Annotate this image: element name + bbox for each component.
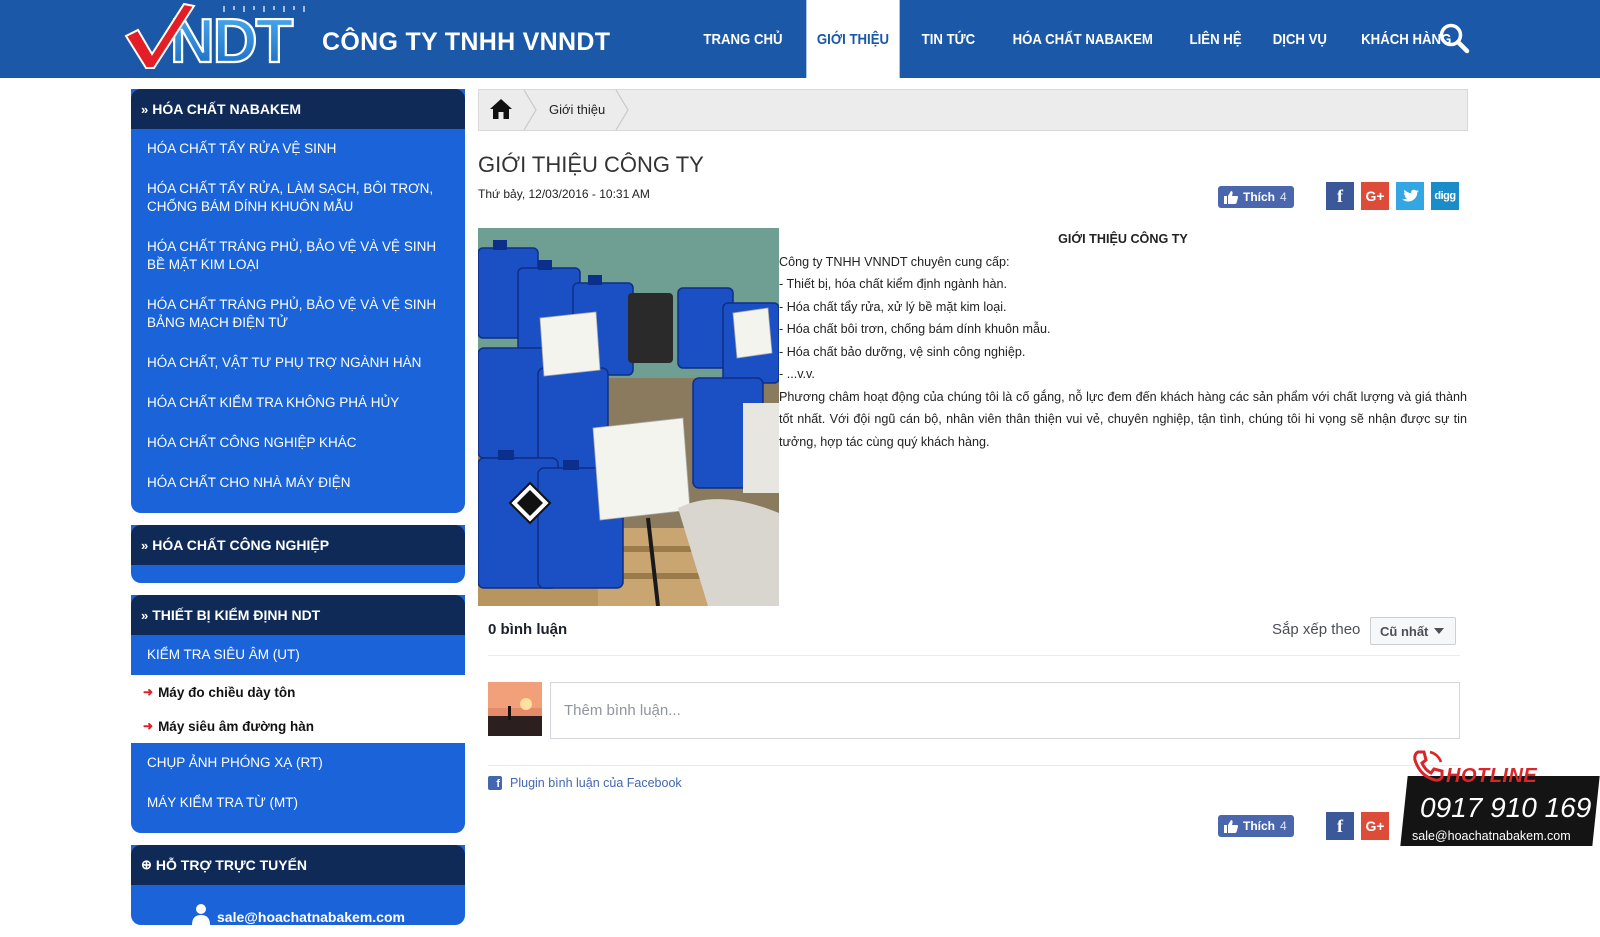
double-chevron-icon: »	[141, 607, 149, 623]
article-heading: GIỚI THIỆU CÔNG TY	[1058, 232, 1188, 246]
sort-label: Sắp xếp theo	[1272, 621, 1361, 638]
vndt-logo[interactable]: NDT	[124, 2, 324, 70]
thumbs-up-icon	[1224, 819, 1238, 833]
category-title: HÓA CHẤT NABAKEM	[152, 101, 302, 117]
caret-down-icon	[1434, 628, 1445, 634]
article-bullet: - ...v.v.	[779, 367, 815, 381]
divider	[488, 765, 1460, 766]
sidebar-item-metal-coating[interactable]: HÓA CHẤT TRÁNG PHỦ, BẢO VỆ VÀ VỆ SINH BỀ…	[131, 227, 465, 285]
main-nav: TRANG CHỦ GIỚI THIỆU TIN TỨC HÓA CHẤT NA…	[686, 0, 1470, 78]
article-bullet: - Hóa chất bôi trơn, chống bám dính khuô…	[779, 322, 1051, 336]
search-icon[interactable]	[1438, 22, 1470, 54]
home-icon[interactable]	[489, 98, 513, 120]
sidebar-item-radiography[interactable]: CHỤP ẢNH PHÓNG XẠ (RT)	[131, 743, 465, 783]
sidebar-item-other-industrial[interactable]: HÓA CHẤT CÔNG NGHIỆP KHÁC	[131, 423, 465, 463]
sidebar-item-cleaning[interactable]: HÓA CHẤT TẨY RỬA VỆ SINH	[131, 129, 465, 169]
breadcrumb-separator	[523, 90, 537, 130]
sidebar-subitem-thickness-gauge[interactable]: ➜ Máy đo chiều dày tôn	[131, 675, 465, 709]
sidebar-item-power-plant[interactable]: HÓA CHẤT CHO NHÀ MÁY ĐIỆN	[131, 463, 465, 503]
nabakem-category-header[interactable]: » HÓA CHẤT NABAKEM	[131, 89, 465, 129]
comment-input[interactable]	[550, 682, 1460, 739]
hotline-widget[interactable]: HOTLINE 0917 910 169 sale@hoachatnabakem…	[1398, 748, 1600, 850]
sidebar-item-ultrasonic[interactable]: KIỂM TRA SIÊU ÂM (UT)	[131, 635, 465, 675]
svg-text:NDT: NDT	[170, 7, 294, 70]
nav-home[interactable]: TRANG CHỦ	[693, 0, 793, 78]
industrial-category-box: » HÓA CHẤT CÔNG NGHIỆP	[131, 525, 465, 583]
article-paragraph: Phương châm hoạt động của chúng tôi là c…	[779, 389, 1467, 449]
site-header: NDT CÔNG TY TNHH VNNDT TRANG CHỦ GIỚI TH…	[0, 0, 1600, 78]
breadcrumb: Giới thiệu	[478, 89, 1468, 131]
hotline-email: sale@hoachatnabakem.com	[1412, 829, 1571, 843]
avatar	[488, 682, 542, 736]
sidebar-item-magnetic-testing[interactable]: MÁY KIỂM TRA TỪ (MT)	[131, 783, 465, 823]
breadcrumb-current[interactable]: Giới thiệu	[549, 102, 605, 117]
sort-dropdown[interactable]: Cũ nhất	[1370, 617, 1456, 645]
facebook-icon[interactable]: f	[1326, 182, 1354, 210]
sidebar-item-welding[interactable]: HÓA CHẤT, VẬT TƯ PHỤ TRỢ NGÀNH HÀN	[131, 343, 465, 383]
category-title: HÓA CHẤT CÔNG NGHIỆP	[152, 537, 330, 553]
ndt-equipment-box: » THIẾT BỊ KIỂM ĐỊNH NDT KIỂM TRA SIÊU Â…	[131, 595, 465, 833]
sidebar-item-ndt-chemicals[interactable]: HÓA CHẤT KIỂM TRA KHÔNG PHÁ HỦY	[131, 383, 465, 423]
facebook-icon[interactable]: f	[1326, 812, 1354, 840]
facebook-icon: f	[488, 776, 502, 790]
arrow-right-icon: ➜	[143, 685, 154, 699]
double-chevron-icon: »	[141, 101, 149, 117]
support-contact[interactable]: sale@hoachatnabakem.com	[131, 885, 465, 925]
ndt-equipment-header[interactable]: » THIẾT BỊ KIỂM ĐỊNH NDT	[131, 595, 465, 635]
lifebuoy-icon: ⊕	[141, 857, 152, 872]
article-bullet: - Hóa chất tẩy rửa, xử lý bề mặt kim loạ…	[779, 299, 1007, 314]
nav-about[interactable]: GIỚI THIỆU	[806, 0, 900, 78]
arrow-right-icon: ➜	[143, 719, 154, 733]
comment-count: 0 bình luận	[488, 621, 568, 638]
online-support-box: ⊕ HỖ TRỢ TRỰC TUYẾN sale@hoachatnabakem.…	[131, 845, 465, 925]
nav-services[interactable]: DỊCH VỤ	[1263, 0, 1338, 78]
nav-news[interactable]: TIN TỨC	[911, 0, 986, 78]
hotline-label: HOTLINE	[1446, 765, 1538, 787]
article-bullet: - Thiết bị, hóa chất kiểm định ngành hàn…	[779, 277, 1008, 291]
twitter-icon[interactable]	[1396, 182, 1424, 210]
sidebar-item-mold-release[interactable]: HÓA CHẤT TẨY RỬA, LÀM SẠCH, BÔI TRƠN, CH…	[131, 169, 465, 227]
nabakem-category-box: » HÓA CHẤT NABAKEM HÓA CHẤT TẨY RỬA VỆ S…	[131, 89, 465, 513]
facebook-plugin-link[interactable]: f Plugin bình luận của Facebook	[488, 776, 682, 790]
thumbs-up-icon	[1224, 190, 1238, 204]
user-icon	[192, 904, 211, 925]
phone-icon	[1413, 750, 1444, 782]
nav-contact[interactable]: LIÊN HỆ	[1179, 0, 1252, 78]
like-button[interactable]: Thích 4	[1218, 815, 1294, 837]
sidebar: » HÓA CHẤT NABAKEM HÓA CHẤT TẨY RỬA VỆ S…	[131, 89, 465, 937]
article-intro: Công ty TNHH VNNDT chuyên cung cấp:	[779, 254, 1010, 269]
google-plus-icon[interactable]: G+	[1361, 812, 1389, 840]
sidebar-subitem-weld-flaw-detector[interactable]: ➜ Máy siêu âm đường hàn	[131, 709, 465, 743]
breadcrumb-separator	[615, 90, 629, 130]
double-chevron-icon: »	[141, 537, 149, 553]
page-title: GIỚI THIỆU CÔNG TY	[478, 152, 704, 177]
google-plus-icon[interactable]: G+	[1361, 182, 1389, 210]
hotline-number: 0917 910 169	[1420, 792, 1592, 823]
post-date: Thứ bảy, 12/03/2016 - 10:31 AM	[478, 187, 650, 201]
sidebar-item-pcb-coating[interactable]: HÓA CHẤT TRÁNG PHỦ, BẢO VỆ VÀ VỆ SINH BẢ…	[131, 285, 465, 343]
support-email: sale@hoachatnabakem.com	[217, 909, 405, 925]
company-name: CÔNG TY TNHH VNNDT	[322, 28, 611, 56]
category-title: THIẾT BỊ KIỂM ĐỊNH NDT	[152, 607, 321, 623]
nav-nabakem[interactable]: HÓA CHẤT NABAKEM	[1002, 0, 1163, 78]
industrial-category-header[interactable]: » HÓA CHẤT CÔNG NGHIỆP	[131, 525, 465, 565]
digg-icon[interactable]: digg	[1431, 182, 1459, 210]
article-body: GIỚI THIỆU CÔNG TY Công ty TNHH VNNDT ch…	[779, 228, 1467, 453]
divider	[488, 655, 1460, 656]
like-button[interactable]: Thích 4	[1218, 186, 1294, 208]
chemical-containers-photo	[478, 228, 779, 606]
online-support-header: ⊕ HỖ TRỢ TRỰC TUYẾN	[131, 845, 465, 885]
support-title: HỖ TRỢ TRỰC TUYẾN	[155, 857, 308, 873]
article-bullet: - Hóa chất bảo dưỡng, vệ sinh công nghiệ…	[779, 344, 1026, 359]
